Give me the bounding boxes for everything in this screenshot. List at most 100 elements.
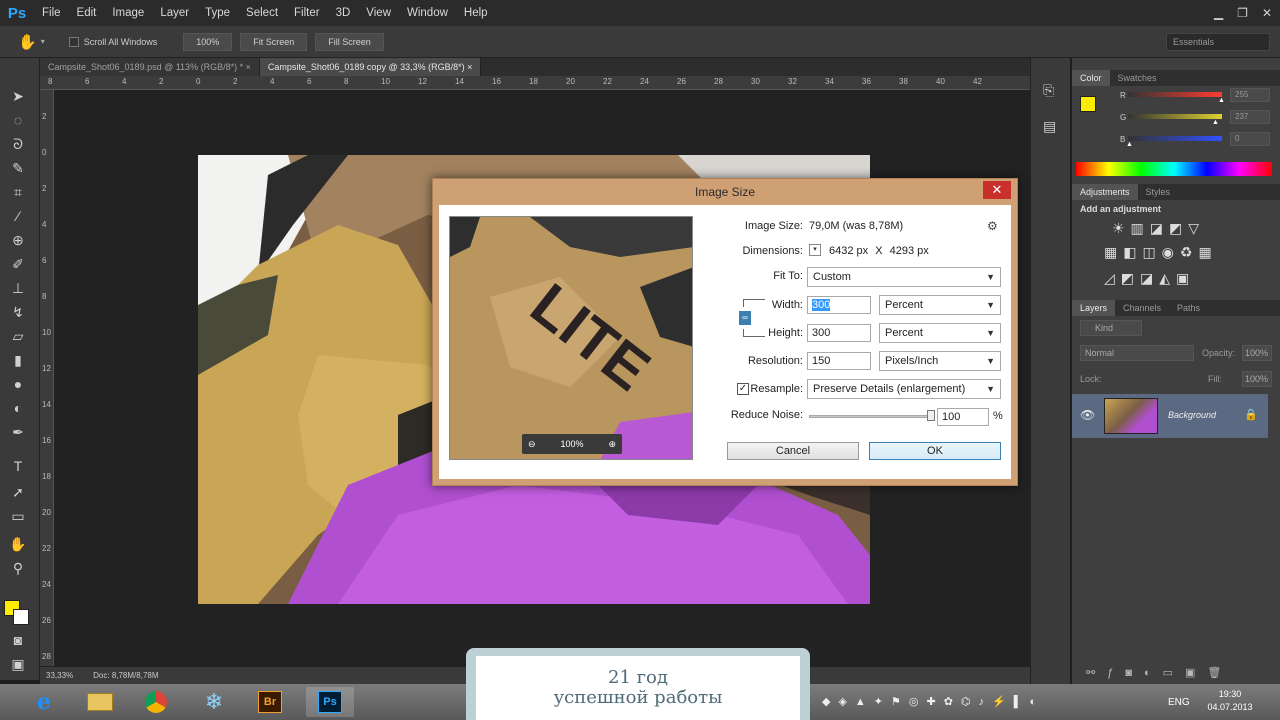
move-tool-icon[interactable]: ➤ — [8, 86, 28, 106]
ie-icon[interactable]: e — [20, 687, 68, 717]
channel-value-field[interactable]: 0 — [1230, 132, 1270, 146]
width-unit-select[interactable]: Percent ▼ — [879, 295, 1001, 315]
height-unit-select[interactable]: Percent ▼ — [879, 323, 1001, 343]
visibility-eye-icon[interactable]: 👁 — [1080, 408, 1095, 422]
menu-filter[interactable]: Filter — [286, 0, 328, 26]
fit-to-select[interactable]: Custom ▼ — [807, 267, 1001, 287]
menu-3d[interactable]: 3D — [328, 0, 359, 26]
properties-panel-icon[interactable]: ▤ — [1043, 118, 1056, 135]
menu-layer[interactable]: Layer — [152, 0, 197, 26]
zoom-in-icon[interactable]: ⊕ — [608, 439, 616, 450]
dimensions-units-dropdown-icon[interactable]: ▾ — [809, 244, 821, 256]
menu-view[interactable]: View — [358, 0, 399, 26]
channel-slider[interactable] — [1128, 136, 1222, 141]
tab-adjustments[interactable]: Adjustments — [1072, 184, 1138, 200]
hand-tool-icon[interactable]: ✋ — [18, 33, 37, 51]
channel-slider-thumb[interactable]: ▲ — [1212, 119, 1219, 126]
adjustment-icons-row2[interactable]: ▦◧◫◉♻▦ — [1104, 244, 1274, 261]
shape-tool-icon[interactable]: ▭ — [8, 506, 28, 526]
resample-select[interactable]: Preserve Details (enlargement) ▼ — [807, 379, 1001, 399]
reduce-noise-input[interactable]: 100 — [937, 408, 989, 426]
reduce-noise-slider[interactable] — [809, 415, 933, 418]
quick-select-tool-icon[interactable]: ✎ — [8, 158, 28, 178]
eraser-tool-icon[interactable]: ▱ — [8, 326, 28, 346]
resample-checkbox[interactable]: ✓ — [737, 383, 749, 395]
foreground-color-chip[interactable] — [1080, 96, 1096, 112]
close-icon[interactable]: ✕ — [1262, 6, 1272, 20]
width-input[interactable]: 300 — [807, 296, 871, 314]
channel-slider-thumb[interactable]: ▲ — [1218, 97, 1225, 104]
cancel-button[interactable]: Cancel — [727, 442, 859, 460]
tab-swatches[interactable]: Swatches — [1110, 70, 1165, 86]
fill-field[interactable]: 100% — [1242, 371, 1272, 387]
resolution-unit-select[interactable]: Pixels/Inch ▼ — [879, 351, 1001, 371]
background-color-swatch[interactable] — [13, 609, 29, 625]
dialog-close-button[interactable]: ✕ — [983, 181, 1011, 199]
height-input[interactable]: 300 — [807, 324, 871, 342]
gradient-tool-icon[interactable]: ▮ — [8, 350, 28, 370]
channel-slider[interactable] — [1128, 92, 1222, 97]
reduce-noise-slider-thumb[interactable] — [927, 410, 935, 421]
bridge-icon[interactable]: Br — [246, 687, 294, 717]
menu-edit[interactable]: Edit — [69, 0, 105, 26]
layer-row-background[interactable]: 👁 Background 🔒 — [1072, 394, 1268, 438]
zoom-out-icon[interactable]: ⊖ — [528, 439, 536, 450]
menu-help[interactable]: Help — [456, 0, 496, 26]
workspace-select[interactable]: Essentials — [1166, 33, 1270, 51]
image-preview[interactable]: LITE ⊖ 100% ⊕ — [449, 216, 693, 460]
tab-paths[interactable]: Paths — [1169, 300, 1208, 316]
history-panel-icon[interactable]: ⎘ — [1043, 82, 1054, 99]
marquee-tool-icon[interactable]: ◌ — [8, 110, 28, 130]
photoshop-icon[interactable]: Ps — [306, 687, 354, 717]
menu-window[interactable]: Window — [399, 0, 456, 26]
color-spectrum-bar[interactable] — [1076, 162, 1272, 176]
menu-image[interactable]: Image — [104, 0, 152, 26]
eyedropper-tool-icon[interactable]: ⁄ — [8, 206, 28, 226]
layer-name[interactable]: Background — [1168, 410, 1216, 420]
history-brush-icon[interactable]: ↯ — [8, 302, 28, 322]
channel-slider-thumb[interactable]: ▲ — [1126, 141, 1133, 148]
brush-tool-icon[interactable]: ✐ — [8, 254, 28, 274]
snowflake-icon[interactable]: ❄ — [190, 687, 238, 717]
adjustment-icons-row3[interactable]: ◿◩◪◭▣ — [1104, 270, 1274, 287]
adjustment-icons-row1[interactable]: ☀▥◪◩▽ — [1112, 220, 1272, 237]
tab-close-icon[interactable]: × — [246, 62, 251, 72]
blur-tool-icon[interactable]: ● — [8, 374, 28, 394]
restore-icon[interactable]: ❐ — [1237, 6, 1248, 20]
document-info[interactable]: Doc: 8,78M/8,78M — [93, 671, 158, 680]
hand-tool-panel-icon[interactable]: ✋ — [8, 534, 28, 554]
clock[interactable]: 19:30 04.07.2013 — [1200, 688, 1260, 714]
layer-filter-kind[interactable]: Kind — [1080, 320, 1142, 336]
tool-preset-arrow-icon[interactable]: ▾ — [41, 37, 45, 46]
menu-type[interactable]: Type — [197, 0, 238, 26]
language-indicator[interactable]: ENG — [1168, 697, 1190, 708]
screen-mode-icon[interactable]: ▣ — [8, 654, 28, 674]
system-tray-icons[interactable]: ◆◈▲✦⚑◎✚✿⌬♪⚡▌◐ — [822, 695, 1162, 708]
channel-value-field[interactable]: 237 — [1230, 110, 1270, 124]
opacity-field[interactable]: 100% — [1242, 345, 1272, 361]
fill-screen-button[interactable]: Fill Screen — [315, 32, 384, 51]
quick-mask-icon[interactable]: ◙ — [8, 630, 28, 650]
scroll-all-windows-checkbox[interactable] — [68, 36, 79, 47]
chrome-icon[interactable] — [132, 687, 180, 717]
type-tool-icon[interactable]: T — [8, 456, 28, 476]
constrain-proportions-link-icon[interactable]: ∞ — [739, 311, 751, 325]
layer-footer-icons[interactable]: ⚯ƒ◙◐▭▣🗑 — [1086, 666, 1266, 679]
zoom-tool-icon[interactable]: ⚲ — [8, 558, 28, 578]
tab-color[interactable]: Color — [1072, 70, 1110, 86]
document-tab[interactable]: Campsite_Shot06_0189.psd @ 113% (RGB/8*)… — [40, 58, 260, 76]
channel-value-field[interactable]: 255 — [1230, 88, 1270, 102]
zoom-100-button[interactable]: 100% — [183, 32, 233, 51]
crop-tool-icon[interactable]: ⌗ — [8, 182, 28, 202]
fit-screen-button[interactable]: Fit Screen — [240, 32, 308, 51]
zoom-level[interactable]: 33,33% — [46, 671, 73, 680]
document-tab-active[interactable]: Campsite_Shot06_0189 copy @ 33,3% (RGB/8… — [259, 58, 482, 76]
tab-styles[interactable]: Styles — [1138, 184, 1179, 200]
channel-slider[interactable] — [1128, 114, 1222, 119]
explorer-icon[interactable] — [76, 687, 124, 717]
healing-tool-icon[interactable]: ⊕ — [8, 230, 28, 250]
resolution-input[interactable]: 150 — [807, 352, 871, 370]
menu-file[interactable]: File — [34, 0, 69, 26]
menu-select[interactable]: Select — [238, 0, 286, 26]
settings-gear-icon[interactable]: ⚙ — [987, 219, 998, 233]
